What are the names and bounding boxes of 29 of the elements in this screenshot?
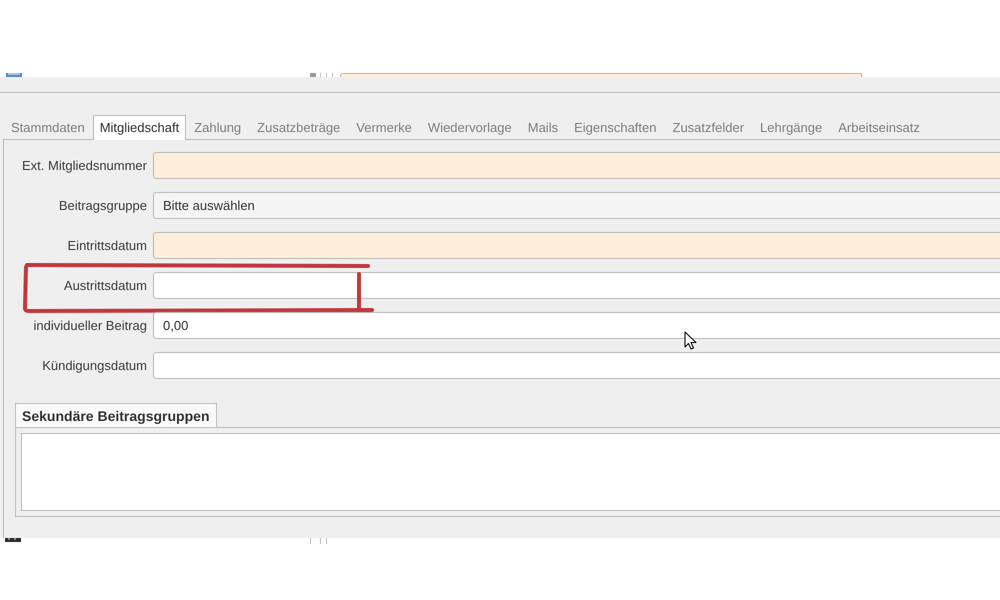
tab[interactable]: Stammdaten [3, 115, 93, 140]
field-label: Eintrittsdatum [68, 238, 147, 252]
tab[interactable]: Mitgliedschaft [92, 115, 186, 140]
mouse-pointer-icon [684, 331, 697, 350]
dropdown-field[interactable]: Bitte auswählen [153, 192, 1000, 218]
field-label: Austrittsdatum [64, 278, 147, 292]
field-label: Beitragsgruppe [58, 198, 147, 212]
group-title: Sekundäre Beitragsgruppen [15, 403, 216, 427]
field-label: individueller Beitrag [34, 318, 147, 332]
grip-icon[interactable] [310, 73, 336, 77]
tab[interactable]: Wiedervorlage [420, 115, 520, 140]
input-field[interactable] [340, 73, 862, 77]
tab[interactable]: Lehrgänge [752, 115, 830, 140]
tab[interactable]: Zusatzfelder [664, 115, 752, 140]
tab[interactable]: Vermerke [348, 115, 420, 140]
table-icon [6, 73, 22, 77]
input-field[interactable] [153, 272, 1000, 298]
tab[interactable]: Zusatzbeträge [249, 115, 348, 140]
table-icon [5, 538, 21, 542]
tab[interactable]: Mails [520, 115, 566, 140]
tab[interactable]: Zahlung [186, 115, 250, 140]
input-field[interactable] [153, 232, 1000, 258]
tab[interactable]: Eigenschaften [566, 115, 664, 140]
input-field[interactable]: 0,00 [153, 312, 1000, 338]
input-field[interactable] [153, 352, 1000, 378]
input-field[interactable] [153, 152, 1000, 178]
tab[interactable]: Arbeitseinsatz [830, 115, 928, 140]
field-label: Ext. Mitgliedsnummer [22, 158, 147, 172]
field-label: Kündigungsdatum [42, 358, 147, 372]
